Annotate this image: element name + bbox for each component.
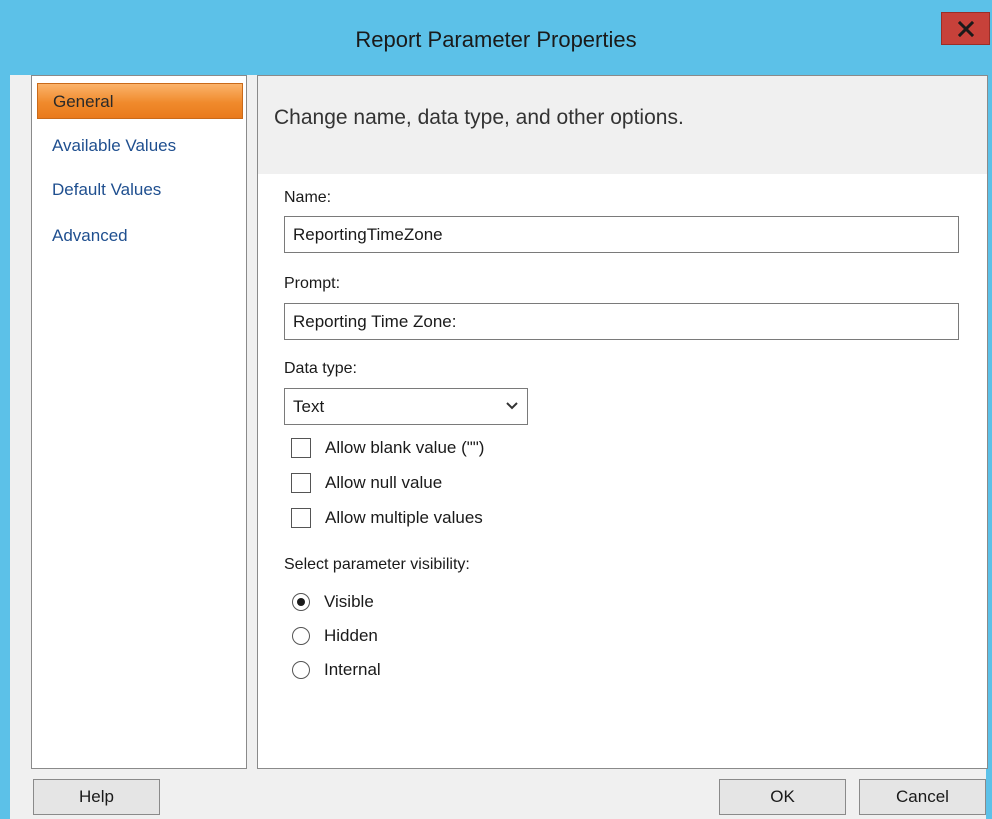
allow-null-label: Allow null value	[325, 473, 443, 492]
content-header: Change name, data type, and other option…	[258, 76, 987, 174]
allow-multiple-label: Allow multiple values	[325, 508, 483, 527]
content-panel: Change name, data type, and other option…	[257, 75, 988, 769]
chevron-down-icon	[506, 402, 518, 410]
visibility-label: Select parameter visibility:	[284, 556, 470, 573]
data-type-label: Data type:	[284, 360, 357, 377]
allow-null-checkbox-row[interactable]: Allow null value	[291, 471, 442, 495]
visibility-hidden-row[interactable]: Hidden	[292, 624, 378, 648]
title-bar: Report Parameter Properties	[0, 0, 992, 75]
name-label: Name:	[284, 189, 332, 206]
dialog-title: Report Parameter Properties	[355, 27, 637, 52]
allow-blank-label: Allow blank value ("")	[325, 438, 485, 457]
sidebar-item-available-values[interactable]: Available Values	[37, 128, 243, 164]
visible-label: Visible	[324, 592, 374, 611]
sidebar: General Available Values Default Values …	[31, 75, 247, 769]
data-type-value: Text	[293, 397, 325, 416]
sidebar-item-default-values[interactable]: Default Values	[37, 172, 243, 208]
name-field[interactable]: ReportingTimeZone	[284, 216, 959, 253]
internal-label: Internal	[324, 660, 381, 679]
sidebar-item-general[interactable]: General	[37, 83, 243, 119]
visible-radio[interactable]	[292, 593, 310, 611]
sidebar-item-advanced[interactable]: Advanced	[37, 218, 243, 254]
allow-multiple-checkbox[interactable]	[291, 508, 311, 528]
allow-multiple-checkbox-row[interactable]: Allow multiple values	[291, 506, 483, 530]
prompt-field[interactable]: Reporting Time Zone:	[284, 303, 959, 340]
ok-button[interactable]: OK	[719, 779, 846, 815]
hidden-radio[interactable]	[292, 627, 310, 645]
close-icon	[957, 20, 974, 37]
allow-blank-checkbox-row[interactable]: Allow blank value ("")	[291, 436, 484, 460]
data-type-select[interactable]: Text	[284, 388, 528, 425]
internal-radio[interactable]	[292, 661, 310, 679]
hidden-label: Hidden	[324, 626, 378, 645]
prompt-label: Prompt:	[284, 275, 341, 292]
help-button[interactable]: Help	[33, 779, 160, 815]
allow-blank-checkbox[interactable]	[291, 438, 311, 458]
visibility-internal-row[interactable]: Internal	[292, 658, 381, 682]
allow-null-checkbox[interactable]	[291, 473, 311, 493]
close-button[interactable]	[941, 12, 990, 45]
page-heading: Change name, data type, and other option…	[274, 106, 684, 129]
cancel-button[interactable]: Cancel	[859, 779, 986, 815]
visibility-visible-row[interactable]: Visible	[292, 590, 374, 614]
